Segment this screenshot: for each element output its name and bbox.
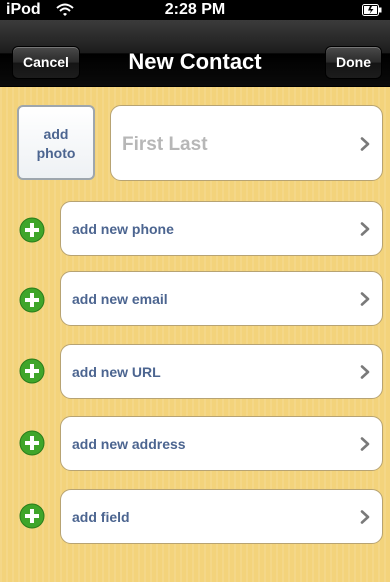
add-phone-label: add new phone <box>72 221 174 237</box>
name-placeholder: First Last <box>122 134 208 155</box>
add-circle-icon[interactable] <box>19 287 45 313</box>
add-photo-button[interactable]: add photo <box>17 105 95 180</box>
add-circle-icon[interactable] <box>19 503 45 529</box>
chevron-right-icon <box>360 510 370 524</box>
chevron-right-icon <box>360 222 370 236</box>
status-bar: iPod 2:28 PM <box>0 0 390 20</box>
navigation-bar: Cancel New Contact Done <box>0 20 390 87</box>
chevron-right-icon <box>360 437 370 451</box>
add-email-row[interactable]: add new email <box>60 271 383 326</box>
chevron-right-icon <box>360 292 370 306</box>
add-phone-row[interactable]: add new phone <box>60 201 383 256</box>
battery-icon <box>362 4 382 16</box>
add-url-label: add new URL <box>72 364 161 380</box>
name-field[interactable]: First Last <box>110 105 383 181</box>
add-circle-icon[interactable] <box>19 430 45 456</box>
new-contact-screen: iPod 2:28 PM Cancel New Contact Done add… <box>0 0 390 582</box>
add-circle-icon[interactable] <box>19 358 45 384</box>
add-email-label: add new email <box>72 291 168 307</box>
done-button[interactable]: Done <box>325 46 382 79</box>
add-photo-label: add photo <box>36 126 76 161</box>
add-field-row[interactable]: add field <box>60 489 383 544</box>
add-field-label: add field <box>72 509 130 525</box>
add-url-row[interactable]: add new URL <box>60 344 383 399</box>
add-address-label: add new address <box>72 436 186 452</box>
chevron-right-icon <box>360 365 370 379</box>
chevron-right-icon <box>360 137 370 151</box>
status-time: 2:28 PM <box>164 1 226 18</box>
add-circle-icon[interactable] <box>19 217 45 243</box>
add-address-row[interactable]: add new address <box>60 416 383 471</box>
